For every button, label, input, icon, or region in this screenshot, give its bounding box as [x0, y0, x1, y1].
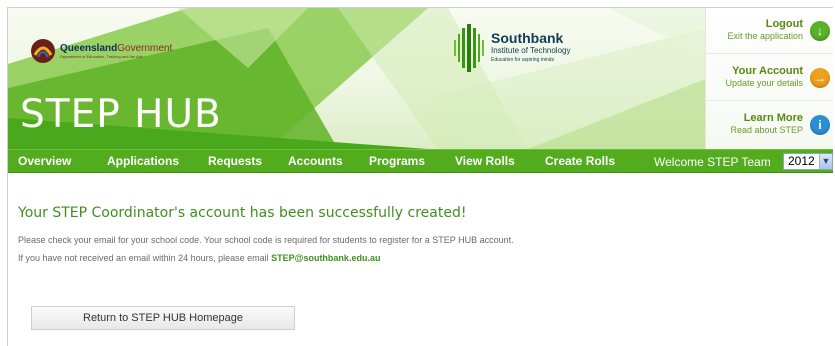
year-value: 2012 — [788, 154, 815, 168]
southbank-institute: Institute of Technology — [491, 46, 571, 55]
nav-applications[interactable]: Applications — [107, 150, 179, 172]
logout-link[interactable]: Logout Exit the application ↓ — [706, 8, 833, 54]
header-banner: QueenslandGovernment Department of Educa… — [8, 8, 833, 149]
southbank-logo: Southbank Institute of Technology Educat… — [451, 22, 570, 74]
queensland-crest-icon — [31, 39, 55, 63]
nav-programs[interactable]: Programs — [369, 150, 425, 172]
logout-title: Logout — [765, 18, 803, 30]
arrow-right-icon[interactable]: → — [810, 68, 830, 88]
your-account-subtitle: Update your details — [725, 78, 803, 88]
qld-brand-bold: Queensland — [60, 42, 118, 54]
main-nav: Overview Applications Requests Accounts … — [8, 149, 833, 173]
learn-more-link[interactable]: Learn More Read about STEP i — [706, 102, 833, 148]
info-icon[interactable]: i — [810, 115, 830, 135]
year-select[interactable]: 2012 ▼ — [783, 153, 833, 170]
app-frame: QueenslandGovernment Department of Educa… — [7, 7, 833, 346]
nav-accounts[interactable]: Accounts — [288, 150, 343, 172]
southbank-leaf-icon — [454, 24, 484, 72]
queensland-government-logo: QueenslandGovernment Department of Educa… — [30, 38, 172, 64]
nav-create-rolls[interactable]: Create Rolls — [545, 150, 615, 172]
main-content: Your STEP Coordinator's account has been… — [8, 173, 833, 346]
nav-overview[interactable]: Overview — [18, 150, 71, 172]
your-account-link[interactable]: Your Account Update your details → — [706, 55, 833, 101]
nav-requests[interactable]: Requests — [208, 150, 262, 172]
southbank-tagline: Education for aspiring minds — [491, 57, 555, 63]
your-account-title: Your Account — [732, 65, 803, 77]
southbank-name: Southbank — [491, 30, 564, 46]
school-code-message: Please check your email for your school … — [18, 235, 514, 245]
qld-brand-light: Government — [117, 42, 173, 54]
welcome-text: Welcome STEP Team — [654, 155, 771, 169]
app-title: STEP HUB — [20, 92, 222, 137]
email-help-message: If you have not received an email within… — [18, 253, 380, 263]
email-help-prefix: If you have not received an email within… — [18, 253, 272, 263]
support-email-link[interactable]: STEP@southbank.edu.au — [271, 253, 380, 263]
side-links-panel: Logout Exit the application ↓ Your Accou… — [705, 8, 833, 149]
logout-subtitle: Exit the application — [727, 31, 803, 41]
arrow-down-icon[interactable]: ↓ — [810, 21, 830, 41]
return-home-button[interactable]: Return to STEP HUB Homepage — [31, 306, 295, 330]
learn-more-subtitle: Read about STEP — [730, 125, 803, 135]
qld-department: Department of Education, Training and th… — [60, 53, 144, 59]
chevron-down-icon[interactable]: ▼ — [819, 154, 832, 169]
nav-view-rolls[interactable]: View Rolls — [455, 150, 515, 172]
success-heading: Your STEP Coordinator's account has been… — [18, 205, 467, 221]
learn-more-title: Learn More — [743, 112, 803, 124]
